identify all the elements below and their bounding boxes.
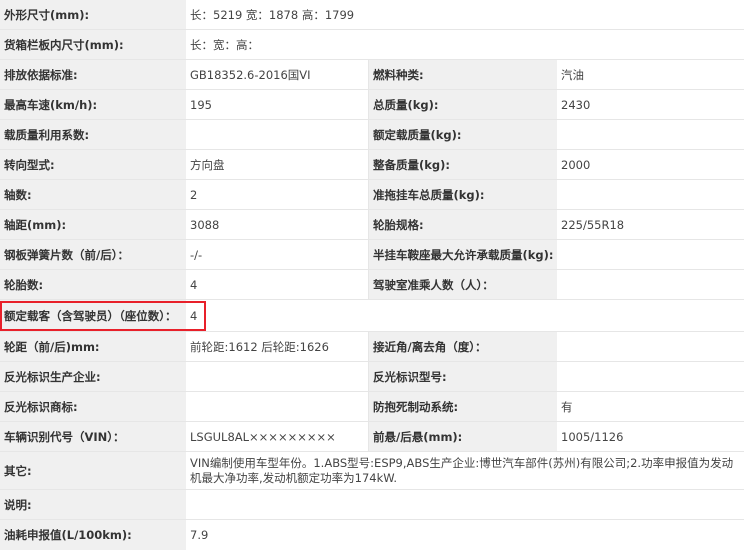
label-approach-angle: 接近角/离去角（度）： <box>369 332 557 361</box>
value-notes <box>186 490 744 519</box>
value-max-speed: 195 <box>186 90 369 119</box>
label-dimensions: 外形尺寸(mm): <box>0 0 186 29</box>
value-fuel-consumption: 7.9 <box>186 520 744 550</box>
value-overhang: 1005/1126 <box>557 422 744 451</box>
label-fuel-consumption: 油耗申报值(L/100km): <box>0 520 186 550</box>
value-total-mass: 2430 <box>557 90 744 119</box>
label-max-speed: 最高车速(km/h): <box>0 90 186 119</box>
value-reflector-maker <box>186 362 369 391</box>
value-vin: LSGUL8AL××××××××× <box>186 422 369 451</box>
spec-row-emission: 排放依据标准: GB18352.6-2016国VI 燃料种类: 汽油 <box>0 60 744 90</box>
label-track-width: 轮距（前/后)mm: <box>0 332 186 361</box>
label-reflector-model: 反光标识型号: <box>369 362 557 391</box>
label-wheelbase: 轴距(mm): <box>0 210 186 239</box>
label-saddle-load: 半挂车鞍座最大允许承载质量(kg): <box>369 240 557 269</box>
label-curb-weight: 整备质量(kg): <box>369 150 557 179</box>
label-notes: 说明: <box>0 490 186 519</box>
label-other: 其它: <box>0 452 186 489</box>
spec-row-seats: 额定载客（含驾驶员）（座位数）： 4 <box>0 300 744 332</box>
value-leaf-springs: -/- <box>186 240 369 269</box>
vehicle-spec-table: 外形尺寸(mm): 长：5219 宽：1878 高：1799 货箱栏板内尺寸(m… <box>0 0 744 550</box>
label-emission-standard: 排放依据标准: <box>0 60 186 89</box>
value-reflector-brand <box>186 392 369 421</box>
spec-row-fuel-consumption: 油耗申报值(L/100km): 7.9 <box>0 520 744 550</box>
value-tire-spec: 225/55R18 <box>557 210 744 239</box>
spec-row-reflector-brand: 反光标识商标: 防抱死制动系统: 有 <box>0 392 744 422</box>
value-tire-count: 4 <box>186 270 369 299</box>
label-total-mass: 总质量(kg): <box>369 90 557 119</box>
label-tire-spec: 轮胎规格: <box>369 210 557 239</box>
value-saddle-load <box>557 240 744 269</box>
label-axle-count: 轴数: <box>0 180 186 209</box>
label-load-coefficient: 载质量利用系数: <box>0 120 186 149</box>
value-track-width: 前轮距:1612 后轮距:1626 <box>186 332 369 361</box>
label-cargo-box: 货箱栏板内尺寸(mm): <box>0 30 186 59</box>
label-reflector-maker: 反光标识生产企业: <box>0 362 186 391</box>
label-steering: 转向型式: <box>0 150 186 179</box>
value-abs: 有 <box>557 392 744 421</box>
label-reflector-brand: 反光标识商标: <box>0 392 186 421</box>
label-overhang: 前悬/后悬(mm): <box>369 422 557 451</box>
spec-row-notes: 说明: <box>0 490 744 520</box>
label-tire-count: 轮胎数: <box>0 270 186 299</box>
label-leaf-springs: 钢板弹簧片数（前/后）： <box>0 240 186 269</box>
value-cargo-box: 长：宽：高： <box>186 30 744 59</box>
spec-row-vin: 车辆识别代号（VIN）： LSGUL8AL××××××××× 前悬/后悬(mm)… <box>0 422 744 452</box>
spec-row-cargo-box: 货箱栏板内尺寸(mm): 长：宽：高： <box>0 30 744 60</box>
label-fuel-type: 燃料种类: <box>369 60 557 89</box>
label-rated-load: 额定载质量(kg): <box>369 120 557 149</box>
value-seat-capacity: 4 <box>186 300 744 331</box>
spec-row-track: 轮距（前/后)mm: 前轮距:1612 后轮距:1626 接近角/离去角（度）： <box>0 332 744 362</box>
value-approach-angle <box>557 332 744 361</box>
value-cab-capacity <box>557 270 744 299</box>
value-axle-count: 2 <box>186 180 369 209</box>
spec-row-steering: 转向型式: 方向盘 整备质量(kg): 2000 <box>0 150 744 180</box>
spec-row-dimensions: 外形尺寸(mm): 长：5219 宽：1878 高：1799 <box>0 0 744 30</box>
value-fuel-type: 汽油 <box>557 60 744 89</box>
spec-row-load: 载质量利用系数: 额定载质量(kg): <box>0 120 744 150</box>
value-rated-load <box>557 120 744 149</box>
value-emission-standard: GB18352.6-2016国VI <box>186 60 369 89</box>
spec-row-wheelbase: 轴距(mm): 3088 轮胎规格: 225/55R18 <box>0 210 744 240</box>
label-abs: 防抱死制动系统: <box>369 392 557 421</box>
value-wheelbase: 3088 <box>186 210 369 239</box>
spec-row-other: 其它: VIN编制使用车型年份。1.ABS型号:ESP9,ABS生产企业:博世汽… <box>0 452 744 490</box>
value-dimensions: 长：5219 宽：1878 高：1799 <box>186 0 744 29</box>
label-vin: 车辆识别代号（VIN）： <box>0 422 186 451</box>
value-steering: 方向盘 <box>186 150 369 179</box>
spec-row-speed: 最高车速(km/h): 195 总质量(kg): 2430 <box>0 90 744 120</box>
value-curb-weight: 2000 <box>557 150 744 179</box>
spec-row-springs: 钢板弹簧片数（前/后）： -/- 半挂车鞍座最大允许承载质量(kg): <box>0 240 744 270</box>
value-load-coefficient <box>186 120 369 149</box>
spec-row-reflector-maker: 反光标识生产企业: 反光标识型号: <box>0 362 744 392</box>
value-trailer-mass <box>557 180 744 209</box>
spec-row-tires: 轮胎数: 4 驾驶室准乘人数（人）： <box>0 270 744 300</box>
spec-row-axles: 轴数: 2 准拖挂车总质量(kg): <box>0 180 744 210</box>
label-trailer-mass: 准拖挂车总质量(kg): <box>369 180 557 209</box>
value-reflector-model <box>557 362 744 391</box>
label-seat-capacity: 额定载客（含驾驶员）（座位数）： <box>0 300 186 331</box>
value-other: VIN编制使用车型年份。1.ABS型号:ESP9,ABS生产企业:博世汽车部件(… <box>186 452 744 489</box>
label-cab-capacity: 驾驶室准乘人数（人）： <box>369 270 557 299</box>
